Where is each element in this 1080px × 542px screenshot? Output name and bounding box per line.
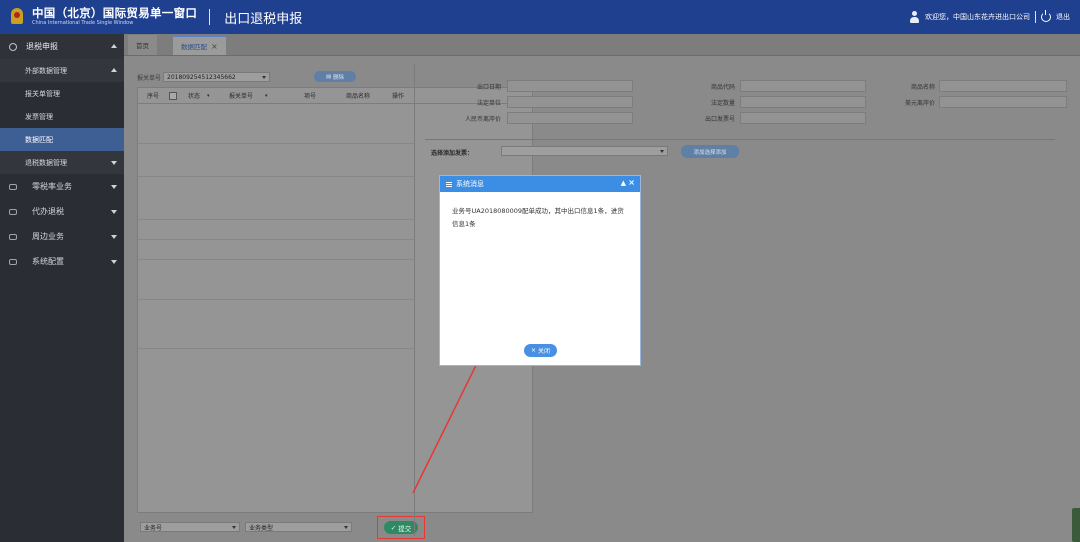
side-scroll-handle[interactable] [1072, 508, 1080, 542]
menu-icon [446, 181, 452, 187]
system-message-dialog: 系统消息 ▲ × 业务号UA2018080009配单成功，其中出口信息1条，进货… [439, 175, 641, 366]
collapse-icon[interactable]: ▲ [621, 179, 626, 187]
dialog-message: 业务号UA2018080009配单成功，其中出口信息1条，进货信息1条 [452, 207, 624, 228]
close-icon[interactable]: × [628, 178, 635, 187]
close-icon: × [530, 347, 536, 354]
dialog-close-button[interactable]: × 关闭 [524, 344, 557, 357]
dialog-close-label: 关闭 [538, 348, 551, 355]
dialog-title-bar: 系统消息 ▲ × [440, 176, 640, 192]
dialog-title: 系统消息 [456, 180, 484, 188]
